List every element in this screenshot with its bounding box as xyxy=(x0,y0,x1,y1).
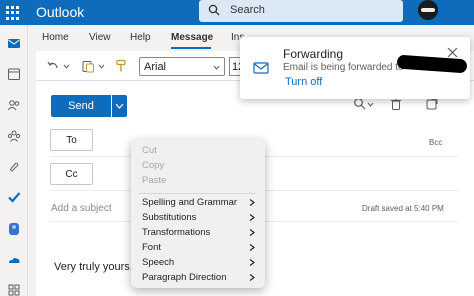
to-button[interactable]: To xyxy=(50,129,93,151)
send-options-button[interactable] xyxy=(112,95,127,117)
draft-status: Draft saved at 5:40 PM xyxy=(362,204,444,213)
active-tab-indicator xyxy=(171,47,211,49)
send-button[interactable]: Send xyxy=(51,95,111,117)
paste-icon[interactable] xyxy=(81,59,95,73)
chevron-right-icon xyxy=(249,274,255,281)
more-apps-icon[interactable] xyxy=(7,283,21,296)
search-placeholder: Search xyxy=(230,4,265,16)
tab-help[interactable]: Help xyxy=(130,32,151,43)
apps-icon[interactable] xyxy=(7,222,21,236)
chevron-down-icon xyxy=(213,65,220,70)
message-body[interactable]: Very truly yours, xyxy=(54,261,133,273)
menu-item-substitutions[interactable]: Substitutions xyxy=(142,212,196,223)
forwarding-notification: Forwarding Email is being forwarded to T… xyxy=(240,37,470,99)
mail-icon[interactable] xyxy=(7,36,21,50)
todo-icon[interactable] xyxy=(7,190,21,204)
forward-mail-icon xyxy=(253,62,269,74)
chevron-right-icon xyxy=(249,214,255,221)
title-bar: Outlook Search xyxy=(0,0,474,25)
bcc-link[interactable]: Bcc xyxy=(429,138,442,147)
attach-icon[interactable] xyxy=(7,160,21,174)
menu-item-font[interactable]: Font xyxy=(142,242,161,253)
zoom-icon[interactable] xyxy=(353,97,367,111)
menu-item-copy: Copy xyxy=(142,160,165,171)
menu-item-cut: Cut xyxy=(142,145,157,156)
discard-icon[interactable] xyxy=(389,97,403,111)
close-icon[interactable] xyxy=(447,47,458,58)
undo-icon[interactable] xyxy=(46,59,60,73)
tab-home[interactable]: Home xyxy=(42,32,69,43)
menu-item-paste: Paste xyxy=(142,175,167,186)
chevron-right-icon xyxy=(249,229,255,236)
subject-field[interactable]: Add a subject xyxy=(51,203,112,214)
notification-title: Forwarding xyxy=(283,47,344,61)
paste-dropdown-icon[interactable] xyxy=(98,63,105,70)
tab-message[interactable]: Message xyxy=(171,32,213,43)
popout-icon[interactable] xyxy=(425,97,439,111)
app-launcher-icon[interactable] xyxy=(6,6,20,20)
undo-dropdown-icon[interactable] xyxy=(63,63,70,70)
search-box[interactable]: Search xyxy=(199,0,403,22)
font-name-select[interactable]: Arial xyxy=(139,57,225,76)
chevron-right-icon xyxy=(249,244,255,251)
tab-view[interactable]: View xyxy=(89,32,111,43)
chevron-right-icon xyxy=(249,259,255,266)
groups-icon[interactable] xyxy=(7,129,21,143)
chevron-right-icon xyxy=(249,199,255,206)
font-name-value: Arial xyxy=(144,61,167,73)
people-icon[interactable] xyxy=(7,98,21,112)
search-icon xyxy=(208,4,220,16)
format-painter-icon[interactable] xyxy=(114,59,128,73)
cc-button[interactable]: Cc xyxy=(50,163,93,185)
menu-item-transformations[interactable]: Transformations xyxy=(142,227,210,238)
menu-item-speech[interactable]: Speech xyxy=(142,257,174,268)
notification-message: Email is being forwarded to xyxy=(283,62,404,73)
left-rail xyxy=(0,25,28,296)
avatar[interactable] xyxy=(418,0,438,20)
calendar-icon[interactable] xyxy=(7,67,21,81)
onedrive-icon[interactable] xyxy=(7,253,21,267)
app-title: Outlook xyxy=(36,4,85,20)
menu-item-spelling-grammar[interactable]: Spelling and Grammar xyxy=(142,197,237,208)
menu-separator xyxy=(139,193,257,194)
context-menu: Cut Copy Paste Spelling and Grammar Subs… xyxy=(131,139,265,288)
chevron-down-icon xyxy=(115,103,124,109)
menu-item-paragraph-direction[interactable]: Paragraph Direction xyxy=(142,272,227,283)
turn-off-link[interactable]: Turn off xyxy=(285,76,322,88)
zoom-dropdown-icon[interactable] xyxy=(367,101,374,108)
